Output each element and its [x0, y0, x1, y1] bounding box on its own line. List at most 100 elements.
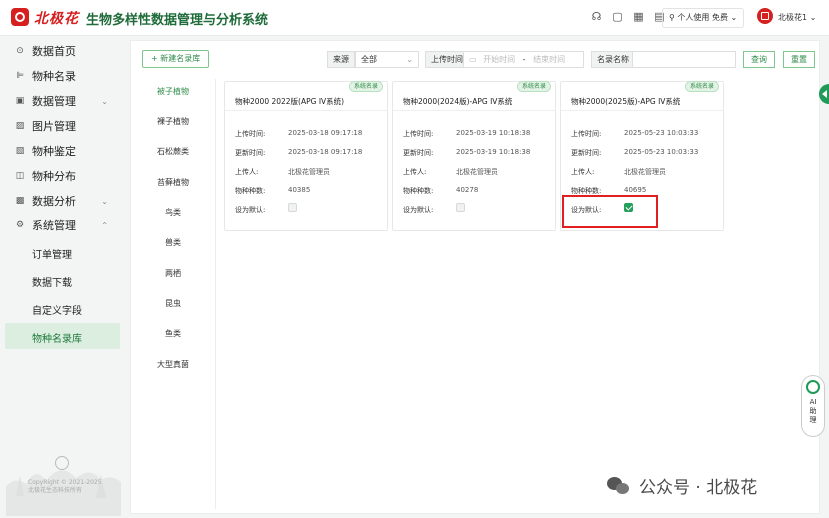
- ai-label-line: 理: [809, 416, 817, 424]
- sidebar-item-identify[interactable]: ▧ 物种鉴定: [14, 142, 118, 160]
- system-badge: 系统名录: [516, 81, 551, 92]
- category-macrofungi[interactable]: 大型真菌: [143, 359, 203, 370]
- set-default-checkbox[interactable]: [456, 203, 465, 212]
- sidebar-item-label: 图片管理: [32, 120, 76, 133]
- update-time-label: 更新时间:: [571, 149, 602, 157]
- category-gymnosperms[interactable]: 裸子植物: [143, 116, 203, 127]
- library-card[interactable]: 系统名录 物种2000(2024版)-APG IV系统 上传时间: 2025-0…: [392, 81, 556, 231]
- update-time-value: 2025-03-18 09:17:18: [288, 148, 363, 156]
- system-badge: 系统名录: [684, 81, 719, 92]
- identify-icon: ▧: [15, 146, 25, 156]
- source-select[interactable]: 全部 ⌄: [355, 51, 419, 68]
- collapse-icon[interactable]: [55, 456, 69, 470]
- sidebar-item-species-list[interactable]: ⊫ 物种名录: [14, 67, 118, 85]
- user-plan-dropdown[interactable]: ⚲ 个人使用 免费 ⌄: [662, 8, 745, 28]
- category-lycophytes-ferns[interactable]: 石松蕨类: [143, 146, 203, 157]
- set-default-checkbox[interactable]: [288, 203, 297, 212]
- date-range-input[interactable]: ▭ 开始时间 - 结束时间: [463, 51, 584, 68]
- divider: [561, 110, 723, 111]
- end-date-placeholder: 结束时间: [533, 55, 566, 64]
- sidebar-item-images[interactable]: ▨ 图片管理: [14, 117, 118, 135]
- calendar-icon: ▭: [469, 55, 477, 64]
- divider: [225, 110, 387, 111]
- uploader-value: 北极花管理员: [624, 168, 666, 176]
- date-separator: -: [522, 55, 526, 64]
- ai-icon: [806, 380, 820, 394]
- folder-icon: ▣: [15, 96, 25, 106]
- image-icon: ▨: [15, 121, 25, 131]
- main-panel: + 新建名录库 来源 全部 ⌄ 上传时间 ▭ 开始时间 - 结束时间 名录名称 查…: [130, 40, 820, 514]
- settings-icon: ⚙: [15, 220, 25, 230]
- ai-label-line: AI: [809, 398, 817, 406]
- category-bryophytes[interactable]: 苔藓植物: [143, 177, 203, 188]
- sidebar-item-system[interactable]: ⚙ 系统管理 ⌃: [14, 216, 118, 234]
- avatar[interactable]: [757, 8, 773, 24]
- set-default-label: 设为默认:: [403, 206, 434, 214]
- sidebar-footer: CopyRight © 2021-2025 北极花生态科技所有: [0, 456, 125, 518]
- system-badge: 系统名录: [348, 81, 383, 92]
- sidebar-item-label: 物种名录: [32, 70, 76, 83]
- new-library-button[interactable]: + 新建名录库: [142, 50, 210, 68]
- sidebar-subitem-download[interactable]: 数据下载: [32, 274, 72, 289]
- uploader-value: 北极花管理员: [456, 168, 498, 176]
- name-search-input[interactable]: [632, 51, 736, 68]
- category-insects[interactable]: 昆虫: [143, 298, 203, 309]
- uploader-value: 北极花管理员: [288, 168, 330, 176]
- chat-icon[interactable]: ▢: [611, 10, 624, 23]
- upload-time-value: 2025-05-23 10:03:33: [624, 129, 699, 137]
- uploader-label: 上传人:: [403, 168, 427, 176]
- uploader-label: 上传人:: [571, 168, 595, 176]
- sidebar-subitem-species-library[interactable]: 物种名录库: [5, 323, 120, 349]
- card-title: 物种2000(2025版)-APG IV系统: [571, 97, 681, 106]
- species-count-label: 物种种数:: [403, 187, 434, 195]
- ai-assistant-label: AI 助 理: [802, 398, 824, 425]
- sidebar-item-analysis[interactable]: ▩ 数据分析 ⌄: [14, 192, 118, 210]
- sidebar-item-label: 数据分析: [32, 195, 76, 208]
- update-time-value: 2025-05-23 10:03:33: [624, 148, 699, 156]
- headset-icon[interactable]: ☊: [590, 10, 603, 23]
- sidebar-item-label: 物种鉴定: [32, 145, 76, 158]
- chevron-down-icon: ⌄: [101, 96, 108, 106]
- logo-icon: [11, 8, 29, 26]
- set-default-label: 设为默认:: [235, 206, 266, 214]
- update-time-label: 更新时间:: [403, 149, 434, 157]
- upload-time-label: 上传时间:: [235, 130, 266, 138]
- library-card[interactable]: 系统名录 物种2000 2022版(APG IV系统) 上传时间: 2025-0…: [224, 81, 388, 231]
- sidebar-item-label: 系统管理: [32, 219, 76, 232]
- ai-assistant-button[interactable]: AI 助 理: [801, 375, 825, 437]
- app-title: 生物多样性数据管理与分析系统: [86, 13, 269, 28]
- category-birds[interactable]: 鸟类: [143, 207, 203, 218]
- source-label: 来源: [327, 51, 355, 68]
- reset-button[interactable]: 重置: [783, 51, 815, 68]
- copyright-line-2: 北极花生态科技所有: [28, 487, 83, 494]
- sidebar-item-label: 数据管理: [32, 95, 76, 108]
- species-count-value: 40385: [288, 186, 311, 194]
- category-mammals[interactable]: 兽类: [143, 237, 203, 248]
- sidebar-item-home[interactable]: ⊙ 数据首页: [14, 42, 118, 60]
- query-button[interactable]: 查询: [743, 51, 775, 68]
- copyright-line-1: CopyRight © 2021-2025: [28, 479, 102, 486]
- user-name-label: 北极花1: [778, 13, 808, 22]
- category-fish[interactable]: 鱼类: [143, 328, 203, 339]
- upload-time-value: 2025-03-18 09:17:18: [288, 129, 363, 137]
- ai-label-line: 助: [809, 407, 817, 415]
- sidebar-item-data-management[interactable]: ▣ 数据管理 ⌄: [14, 92, 118, 110]
- sidebar-subitem-orders[interactable]: 订单管理: [32, 246, 72, 261]
- expand-panel-icon[interactable]: [819, 84, 829, 104]
- sidebar-item-distribution[interactable]: ◫ 物种分布: [14, 167, 118, 185]
- wechat-icon: [607, 475, 631, 497]
- highlight-box: [562, 195, 658, 228]
- logo-text: 北极花: [34, 11, 79, 27]
- uploader-label: 上传人:: [235, 168, 259, 176]
- grid-icon[interactable]: ▦: [632, 10, 645, 23]
- species-count-value: 40695: [624, 186, 647, 194]
- category-angiosperms[interactable]: 被子植物: [143, 86, 203, 97]
- sidebar-item-label: 数据首页: [32, 45, 76, 58]
- chart-icon: ▩: [15, 196, 25, 206]
- sidebar-subitem-custom-fields[interactable]: 自定义字段: [32, 302, 82, 317]
- sidebar-item-label: 物种分布: [32, 170, 76, 183]
- user-name-dropdown[interactable]: 北极花1 ⌄: [778, 12, 816, 23]
- sidebar: ⊙ 数据首页 ⊫ 物种名录 ▣ 数据管理 ⌄ ▨ 图片管理 ▧ 物种鉴定 ◫ 物种分布 ▩ 数据…: [0, 36, 125, 518]
- species-count-label: 物种种数:: [235, 187, 266, 195]
- category-amphibians[interactable]: 两栖: [143, 268, 203, 279]
